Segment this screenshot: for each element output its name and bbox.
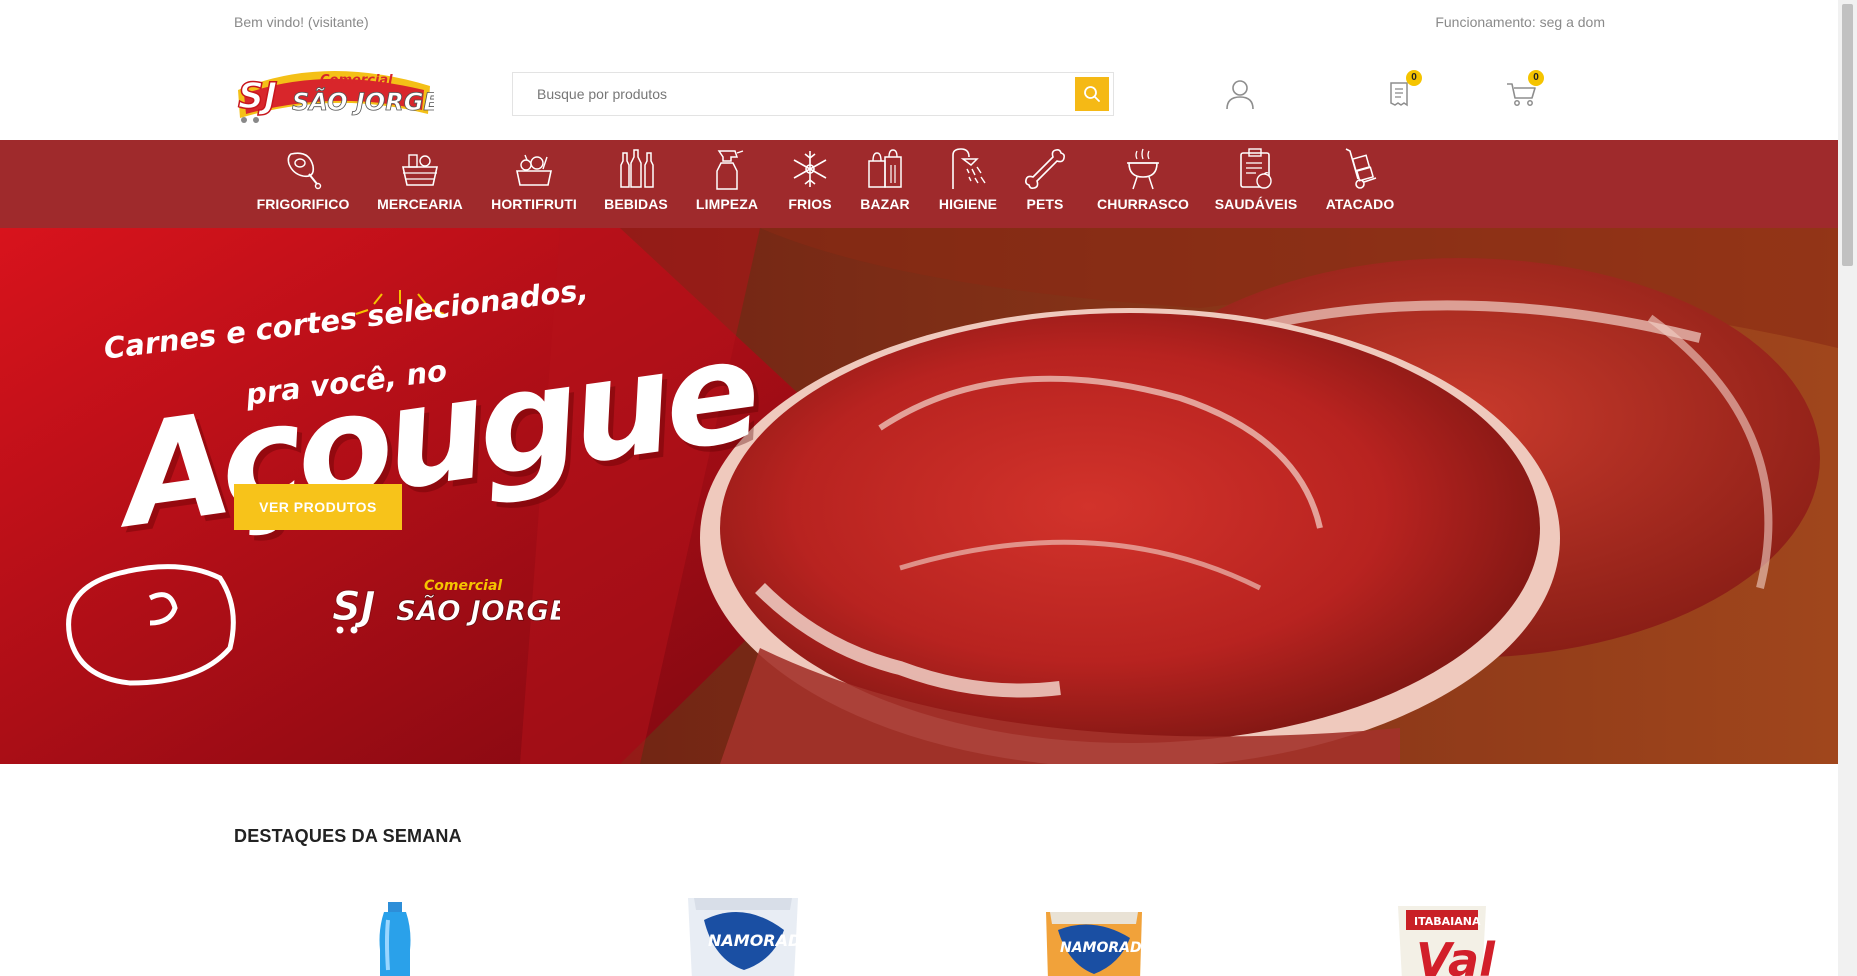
vegetables-icon (516, 154, 552, 186)
product-card[interactable]: NAMORADO (1014, 890, 1174, 976)
spray-bottle-icon (716, 150, 744, 190)
bottles-icon (620, 149, 654, 188)
category-label: BAZAR (860, 196, 910, 212)
header: SJ Comercial SÃO JORGE Busque por produt… (0, 46, 1838, 140)
scrollbar-thumb[interactable] (1842, 4, 1853, 266)
category-hortifruti[interactable]: HORTIFRUTI (491, 146, 577, 224)
view-products-button[interactable]: VER PRODUTOS (234, 484, 402, 530)
basket-icon (402, 154, 438, 186)
category-label: MERCEARIA (377, 196, 463, 212)
category-label: LIMPEZA (695, 196, 759, 212)
search-icon (1084, 86, 1100, 102)
search-button[interactable] (1075, 77, 1109, 111)
category-label: BEBIDAS (604, 196, 668, 212)
svg-text:ITABAIANA: ITABAIANA (1414, 915, 1481, 928)
product-card[interactable]: NAMORADO (664, 890, 824, 976)
svg-text:SJ: SJ (238, 76, 277, 117)
category-label: HIGIENE (938, 196, 998, 212)
svg-text:Val: Val (1416, 933, 1496, 976)
search-input[interactable] (513, 73, 1073, 115)
shower-icon (952, 148, 986, 189)
category-label: PETS (1026, 196, 1064, 212)
cart-button[interactable]: 0 (1504, 70, 1544, 112)
namorado-rice-orange-package: NAMORADO (1046, 912, 1154, 976)
category-mercearia[interactable]: MERCEARIA (376, 146, 464, 224)
brand-logo-graphic: SJ Comercial SÃO JORGE (332, 578, 569, 634)
meat-icon (287, 152, 322, 190)
welcome-text: Bem vindo! (visitante) (234, 14, 369, 30)
category-label: CHURRASCO (1097, 196, 1189, 212)
category-label: FRIGORIFICO (256, 196, 350, 212)
site-logo[interactable]: SJ Comercial SÃO JORGE (234, 60, 441, 126)
svg-text:NAMORADO: NAMORADO (1060, 940, 1154, 956)
category-label: SAUDÁVEIS (1214, 196, 1298, 212)
svg-text:NAMORADO: NAMORADO (708, 931, 815, 950)
snowflake-icon (793, 151, 827, 187)
top-bar: Bem vindo! (visitante) Funcionamento: se… (0, 0, 1838, 46)
grill-icon (1127, 148, 1159, 190)
category-bebidas[interactable]: BEBIDAS (604, 146, 668, 224)
category-bazar[interactable]: BAZAR (859, 146, 911, 224)
category-pets[interactable]: PETS (1024, 146, 1066, 224)
list-count-badge: 0 (1406, 70, 1422, 86)
account-button[interactable] (1223, 76, 1257, 112)
hero-banner: Carnes e cortes selecionados, pra você, … (0, 228, 1838, 764)
category-frios[interactable]: FRIOS (784, 146, 836, 224)
search-bar (512, 72, 1114, 116)
cart-count-badge: 0 (1528, 70, 1544, 86)
category-label: FRIOS (788, 196, 832, 212)
bone-icon (1025, 149, 1065, 189)
receipt-icon (1390, 82, 1408, 107)
category-label: ATACADO (1325, 196, 1395, 212)
shopping-bags-icon (868, 149, 902, 188)
blue-bottle-product (379, 902, 411, 976)
category-saudaveis[interactable]: SAUDÁVEIS (1214, 146, 1298, 224)
category-higiene[interactable]: HIGIENE (938, 146, 998, 224)
section-title: DESTAQUES DA SEMANA (234, 826, 462, 846)
opening-hours: Funcionamento: seg a dom (1435, 14, 1605, 30)
svg-text:SÃO JORGE: SÃO JORGE (396, 593, 560, 627)
namorado-rice-blue-package: NAMORADO (688, 898, 815, 976)
category-frigorifico[interactable]: FRIGORIFICO (256, 146, 350, 224)
page-scrollbar[interactable] (1838, 0, 1857, 976)
svg-text:SÃO JORGE: SÃO JORGE (292, 87, 434, 116)
val-flour-package: ITABAIANA Val (1398, 906, 1496, 976)
category-churrasco[interactable]: CHURRASCO (1097, 146, 1189, 224)
category-limpeza[interactable]: LIMPEZA (696, 146, 758, 224)
category-atacado[interactable]: ATACADO (1324, 146, 1396, 224)
page: Bem vindo! (visitante) Funcionamento: se… (0, 0, 1857, 976)
svg-text:Comercial: Comercial (424, 578, 502, 594)
user-icon (1226, 80, 1254, 110)
svg-text:Comercial: Comercial (320, 73, 393, 88)
category-label: HORTIFRUTI (491, 196, 577, 212)
healthy-list-icon (1240, 148, 1272, 189)
logo-graphic: SJ Comercial SÃO JORGE (237, 70, 441, 123)
category-nav: FRIGORIFICO MERCEARIA HORTIFRUTI BEBIDAS… (0, 140, 1838, 228)
product-card[interactable]: ITABAIANA Val (1362, 890, 1522, 976)
hero-brand-logo: SJ Comercial SÃO JORGE (330, 568, 569, 638)
svg-text:SJ: SJ (332, 584, 376, 630)
shopping-list-button[interactable]: 0 (1382, 70, 1422, 112)
product-card[interactable] (314, 890, 474, 976)
hand-truck-icon (1345, 148, 1377, 189)
